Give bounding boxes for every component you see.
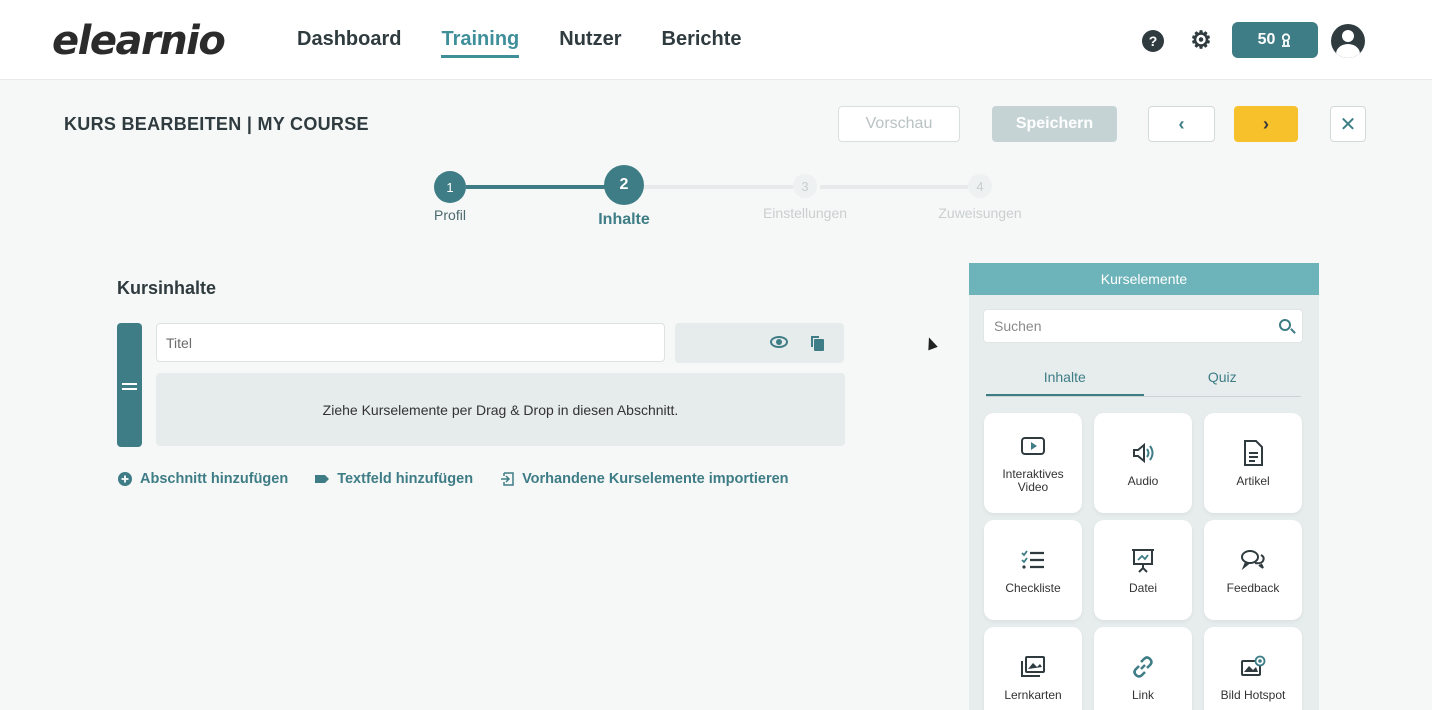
top-header: elearnio Dashboard Training Nutzer Beric… bbox=[0, 0, 1432, 80]
checklist-icon bbox=[1021, 549, 1044, 569]
stepper-line bbox=[644, 185, 794, 189]
add-section-link[interactable]: Abschnitt hinzufügen bbox=[118, 471, 288, 487]
points-value: 50 bbox=[1257, 31, 1276, 48]
drag-handle[interactable] bbox=[117, 323, 142, 447]
image-hotspot-icon bbox=[1241, 655, 1266, 676]
step-2-label: Inhalte bbox=[598, 211, 650, 228]
tile-label: Interaktives Video bbox=[1002, 467, 1064, 494]
preview-button[interactable]: Vorschau bbox=[838, 106, 960, 142]
step-3-label: Einstellungen bbox=[762, 205, 848, 221]
section-title-input[interactable] bbox=[156, 323, 665, 362]
add-section-label: Abschnitt hinzufügen bbox=[140, 471, 289, 487]
add-textfield-label: Textfeld hinzufügen bbox=[337, 471, 474, 487]
coin-icon bbox=[1282, 33, 1291, 47]
tab-quiz[interactable]: Quiz bbox=[1144, 369, 1302, 396]
question-circle-icon[interactable]: ? bbox=[1142, 30, 1164, 52]
file-presentation-icon bbox=[1132, 548, 1154, 573]
step-3-circle[interactable]: 3 bbox=[793, 174, 817, 198]
tile-label: Datei bbox=[1128, 580, 1157, 595]
step-2-circle[interactable]: 2 bbox=[604, 165, 644, 205]
gear-icon[interactable]: ⚙ bbox=[1190, 29, 1212, 53]
copy-icon[interactable] bbox=[810, 335, 825, 352]
previous-step-button[interactable]: ‹ bbox=[1148, 106, 1215, 142]
audio-icon bbox=[1133, 442, 1154, 463]
section-title: Kursinhalte bbox=[117, 278, 217, 298]
step-1-circle[interactable]: 1 bbox=[434, 171, 466, 203]
search-icon[interactable] bbox=[1279, 319, 1291, 331]
stepper-line bbox=[820, 185, 968, 189]
step-4-circle[interactable]: 4 bbox=[968, 174, 992, 198]
tile-feedback[interactable]: Feedback bbox=[1204, 520, 1302, 620]
video-icon bbox=[1021, 437, 1045, 455]
tile-audio[interactable]: Audio bbox=[1094, 413, 1192, 513]
step-4-label: Zuweisungen bbox=[938, 205, 1022, 221]
article-icon bbox=[1244, 439, 1263, 466]
tile-flashcards[interactable]: Lernkarten bbox=[984, 627, 1082, 710]
section-actions bbox=[675, 323, 844, 363]
nav-berichte[interactable]: Berichte bbox=[662, 28, 742, 56]
app-logo[interactable]: elearnio bbox=[52, 18, 226, 64]
dropzone-text: Ziehe Kurselemente per Drag & Drop in di… bbox=[322, 401, 679, 418]
feedback-icon bbox=[1241, 549, 1265, 570]
panel-title: Kurselemente bbox=[969, 263, 1319, 295]
link-icon bbox=[1133, 655, 1153, 678]
next-step-button[interactable]: › bbox=[1234, 106, 1298, 142]
import-elements-label: Vorhandene Kurselemente importieren bbox=[522, 471, 789, 487]
tile-label: Feedback bbox=[1226, 580, 1280, 595]
eye-icon[interactable] bbox=[770, 336, 788, 348]
tab-inhalte[interactable]: Inhalte bbox=[986, 369, 1144, 396]
tile-interactive-video[interactable]: Interaktives Video bbox=[984, 413, 1082, 513]
tile-link[interactable]: Link bbox=[1094, 627, 1192, 710]
user-avatar[interactable] bbox=[1331, 24, 1365, 58]
tile-article[interactable]: Artikel bbox=[1204, 413, 1302, 513]
nav-nutzer[interactable]: Nutzer bbox=[559, 28, 621, 56]
flashcards-icon bbox=[1021, 655, 1045, 677]
element-tiles: Interaktives Video Audio Artikel Checkli… bbox=[984, 413, 1302, 710]
page-title: KURS BEARBEITEN | MY COURSE bbox=[64, 114, 369, 134]
points-button[interactable]: 50 bbox=[1232, 22, 1318, 58]
tile-image-hotspot[interactable]: Bild Hotspot bbox=[1204, 627, 1302, 710]
content-links: Abschnitt hinzufügen Textfeld hinzufügen… bbox=[118, 471, 816, 487]
step-1-label: Profil bbox=[434, 207, 466, 223]
add-textfield-link[interactable]: Textfeld hinzufügen bbox=[315, 471, 473, 487]
nav-training[interactable]: Training bbox=[441, 28, 519, 58]
import-icon bbox=[501, 472, 514, 486]
tile-checklist[interactable]: Checkliste bbox=[984, 520, 1082, 620]
tile-label: Artikel bbox=[1236, 473, 1270, 488]
import-elements-link[interactable]: Vorhandene Kurselemente importieren bbox=[500, 471, 789, 487]
panel-tabs: Inhalte Quiz bbox=[986, 369, 1301, 397]
tile-label: Audio bbox=[1127, 473, 1159, 488]
course-elements-panel: Kurselemente Inhalte Quiz Interaktives V… bbox=[969, 263, 1319, 710]
save-button[interactable]: Speichern bbox=[992, 106, 1117, 142]
mouse-cursor bbox=[924, 335, 938, 351]
main-nav: Dashboard Training Nutzer Berichte bbox=[297, 28, 742, 58]
tile-label: Lernkarten bbox=[1004, 687, 1062, 702]
tile-label: Checkliste bbox=[1005, 580, 1061, 595]
nav-dashboard[interactable]: Dashboard bbox=[297, 28, 401, 56]
search-input[interactable] bbox=[983, 309, 1303, 343]
dropzone[interactable]: Ziehe Kurselemente per Drag & Drop in di… bbox=[156, 373, 845, 446]
stepper-line-done bbox=[466, 185, 606, 189]
plus-circle-icon bbox=[118, 472, 132, 486]
tag-icon bbox=[315, 475, 330, 483]
close-button[interactable]: ✕ bbox=[1330, 106, 1366, 142]
tile-file[interactable]: Datei bbox=[1094, 520, 1192, 620]
tile-label: Bild Hotspot bbox=[1220, 687, 1286, 702]
tile-label: Link bbox=[1131, 687, 1154, 702]
